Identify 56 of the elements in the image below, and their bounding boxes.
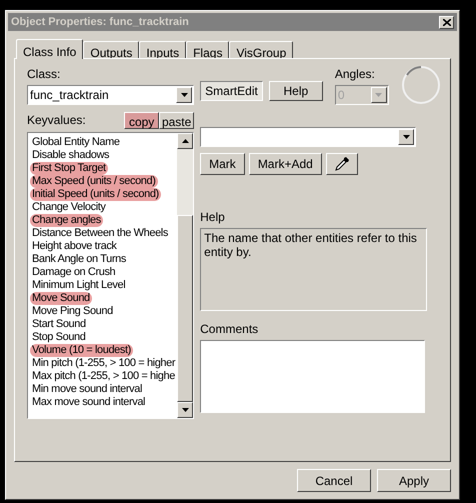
- keyvalue-item[interactable]: Bank Angle on Turns: [30, 253, 128, 266]
- keyvalue-item[interactable]: Start Sound: [30, 318, 88, 331]
- help-button[interactable]: Help: [268, 81, 323, 101]
- down-arrow-icon: [402, 135, 410, 139]
- value-combobox[interactable]: [200, 127, 416, 147]
- keyvalue-item[interactable]: Min pitch (1-255, > 100 = higher: [30, 357, 178, 370]
- copy-button[interactable]: copy: [124, 112, 160, 129]
- comments-label: Comments: [200, 321, 260, 338]
- smartedit-button[interactable]: SmartEdit: [200, 81, 263, 101]
- keyvalue-item[interactable]: Initial Speed (units / second): [30, 188, 161, 201]
- eyedropper-button[interactable]: [326, 153, 358, 175]
- angle-dial-icon: [400, 65, 441, 105]
- keyvalue-item[interactable]: Disable shadows: [30, 149, 112, 162]
- keyvalue-item[interactable]: First Stop Target: [30, 162, 108, 175]
- keyvalue-item[interactable]: Min move sound interval: [30, 383, 144, 396]
- keyvalue-item[interactable]: Max Speed (units / second): [30, 175, 158, 188]
- keyvalue-item[interactable]: Move Sound: [30, 292, 92, 305]
- help-text: The name that other entities refer to this entity by.: [200, 228, 428, 311]
- tab[interactable]: Outputs: [83, 41, 140, 58]
- keyvalue-item[interactable]: Max move sound interval: [30, 396, 148, 409]
- keyvalue-item[interactable]: Stop Sound: [30, 331, 88, 344]
- keyvalue-item[interactable]: Height above track: [30, 240, 119, 253]
- keyvalue-item[interactable]: Minimum Light Level: [30, 279, 128, 292]
- tab[interactable]: Class Info: [16, 39, 84, 59]
- keyvalue-item[interactable]: Global Entity Name: [30, 136, 122, 149]
- keyvalue-item[interactable]: Damage on Crush: [30, 266, 118, 279]
- mark-button[interactable]: Mark: [200, 153, 245, 175]
- keyvalues-label: Keyvalues:: [27, 112, 86, 129]
- down-arrow-icon: [180, 93, 188, 97]
- tab[interactable]: Inputs: [139, 41, 186, 58]
- dialog-button[interactable]: Cancel: [297, 469, 371, 492]
- dropdown-button[interactable]: [398, 129, 414, 145]
- close-icon: [442, 18, 450, 26]
- comments-field[interactable]: [200, 340, 426, 413]
- dialog-button[interactable]: Apply: [377, 469, 451, 492]
- keyvalue-item[interactable]: Move Ping Sound: [30, 305, 115, 318]
- up-arrow-icon: [182, 139, 189, 143]
- eyedropper-icon: [334, 156, 350, 172]
- down-arrow-icon: [182, 408, 189, 412]
- keyvalue-item[interactable]: Max pitch (1-255, > 100 = highe: [30, 370, 177, 383]
- mark-button[interactable]: Mark+Add: [248, 153, 322, 175]
- angles-label: Angles:: [334, 66, 376, 83]
- keyvalue-item[interactable]: Volume (10 = loudest): [30, 344, 133, 357]
- keyvalue-item[interactable]: Change angles: [30, 214, 103, 227]
- keyvalue-item[interactable]: Change Velocity: [30, 201, 108, 214]
- keyvalue-item[interactable]: Distance Between the Wheels: [30, 227, 170, 240]
- tab[interactable]: VisGroup: [229, 41, 294, 58]
- help-label: Help: [200, 209, 226, 226]
- down-arrow-icon: [375, 93, 382, 97]
- class-combobox[interactable]: func_tracktrain: [27, 85, 194, 105]
- window-title: Object Properties: func_tracktrain: [11, 14, 189, 30]
- paste-button[interactable]: paste: [159, 112, 194, 129]
- class-label: Class:: [27, 66, 62, 83]
- close-button[interactable]: [439, 16, 454, 28]
- scrollbar[interactable]: [177, 133, 194, 418]
- dropdown-button[interactable]: [176, 87, 192, 103]
